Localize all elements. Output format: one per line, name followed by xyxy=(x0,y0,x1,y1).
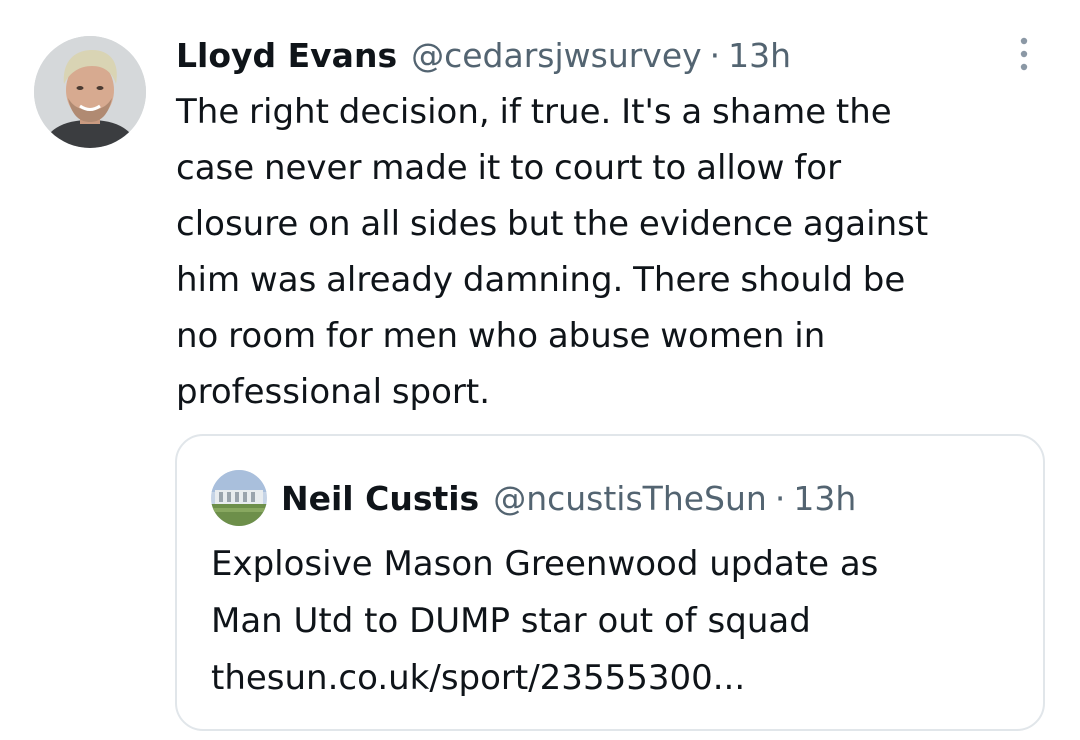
header-separator: · xyxy=(709,36,721,75)
tweet-text-line: The right decision, if true. It's a sham… xyxy=(176,92,892,132)
quoted-author-avatar[interactable] xyxy=(211,470,267,526)
tweet-text-line: closure on all sides but the evidence ag… xyxy=(176,204,929,244)
tweet-header: Lloyd Evans @cedarsjwsurvey · 13h xyxy=(176,28,791,84)
tweet-text-line: case never made it to court to allow for xyxy=(176,148,842,188)
tweet-text-line: professional sport. xyxy=(176,372,491,412)
author-display-name[interactable]: Lloyd Evans xyxy=(176,28,397,84)
tweet-text-line: him was already damning. There should be xyxy=(176,260,906,300)
quoted-header-separator: · xyxy=(774,478,786,518)
quoted-link[interactable]: thesun.co.uk/sport/23555300... xyxy=(211,650,1011,707)
tweet-timestamp[interactable]: 13h xyxy=(728,28,791,84)
quoted-tweet-timestamp[interactable]: 13h xyxy=(793,479,856,518)
vertical-dots-icon[interactable] xyxy=(1010,34,1038,74)
quoted-tweet-card[interactable]: Neil Custis @ncustisTheSun · 13h Explosi… xyxy=(175,434,1045,731)
quoted-text-line: Man Utd to DUMP star out of squad xyxy=(211,601,811,641)
quoted-tweet-header: Neil Custis @ncustisTheSun · 13h xyxy=(281,470,856,526)
tweet[interactable]: Lloyd Evans @cedarsjwsurvey · 13h The ri… xyxy=(0,0,1080,740)
quoted-tweet-text: Explosive Mason Greenwood update as Man … xyxy=(211,536,1011,707)
quoted-author-display-name[interactable]: Neil Custis xyxy=(281,479,479,518)
author-handle[interactable]: @cedarsjwsurvey xyxy=(411,28,702,84)
tweet-text-line: no room for men who abuse women in xyxy=(176,316,826,356)
quoted-author-handle[interactable]: @ncustisTheSun xyxy=(493,479,767,518)
quoted-text-line: Explosive Mason Greenwood update as xyxy=(211,544,879,584)
tweet-text: The right decision, if true. It's a sham… xyxy=(176,84,1046,420)
author-avatar[interactable] xyxy=(34,36,146,148)
